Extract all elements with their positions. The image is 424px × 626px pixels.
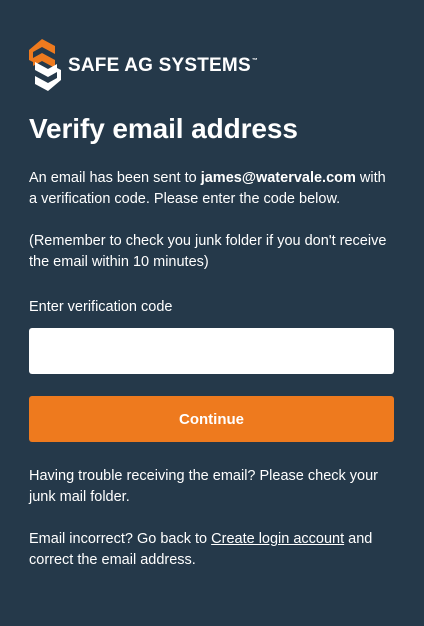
trouble-help-text: Having trouble receiving the email? Plea… [29,468,378,505]
email-incorrect-text: Email incorrect? Go back to Create login… [29,529,395,571]
brand-name: SAFE AG SYSTEMS™ [68,55,259,76]
brand-logo: SAFE AG SYSTEMS™ [29,38,395,92]
verification-code-label: Enter verification code [29,299,173,315]
sent-email-address: james@watervale.com [200,170,356,186]
trademark-symbol: ™ [251,58,259,64]
verify-email-page: SAFE AG SYSTEMS™ Verify email address An… [29,38,395,571]
verification-code-input[interactable] [29,328,394,374]
create-login-account-link[interactable]: Create login account [211,531,344,547]
intro-text: An email has been sent to james@waterval… [29,168,395,210]
page-title: Verify email address [29,113,298,144]
intro-line-start: An email has been sent to [29,170,201,186]
continue-button[interactable]: Continue [29,396,394,442]
incorrect-start: Email incorrect? Go back to [29,531,212,547]
safe-ag-logo-icon [29,39,61,91]
junk-folder-reminder: (Remember to check you junk folder if yo… [29,233,387,270]
